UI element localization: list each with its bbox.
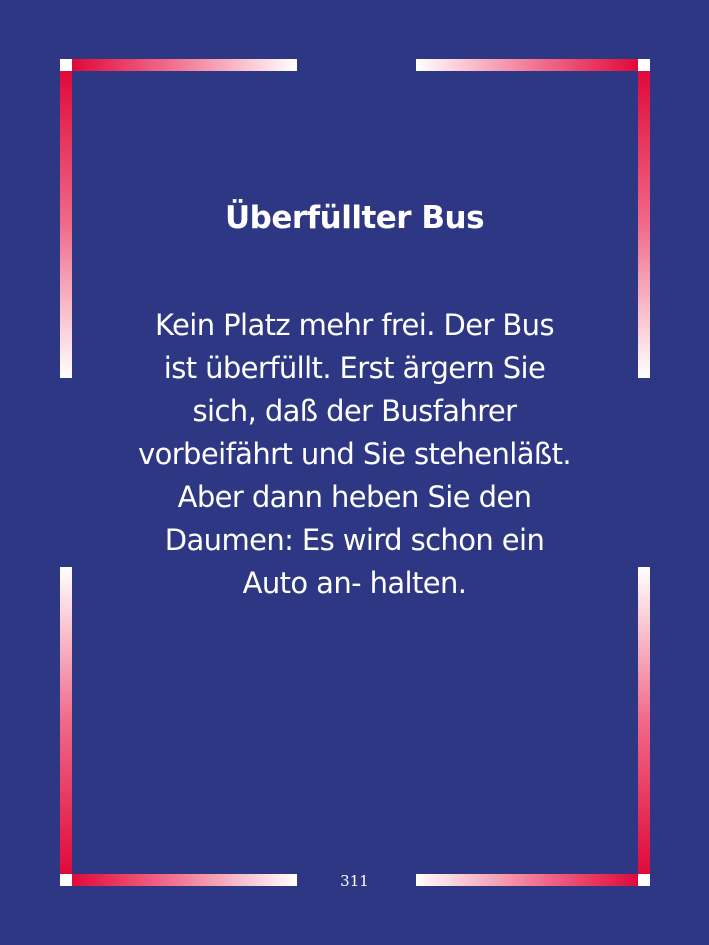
card-body: Kein Platz mehr frei. Der Bus ist überfü… bbox=[100, 304, 609, 605]
body-line: Auto an- halten. bbox=[242, 566, 467, 600]
page-card: Überfüllter Bus Kein Platz mehr frei. De… bbox=[0, 0, 709, 945]
body-line: ist überfüllt. Erst ärgern Sie bbox=[163, 351, 546, 385]
frame-top-left-bar bbox=[60, 59, 297, 71]
body-line: sich, daß der Busfahrer bbox=[192, 394, 518, 428]
body-line: Kein Platz mehr frei. Der Bus bbox=[155, 308, 555, 342]
body-line: vorbeifährt und Sie stehenläßt. bbox=[138, 437, 572, 471]
body-line: Daumen: Es wird schon ein bbox=[164, 523, 545, 557]
frame-top-right-bar bbox=[416, 59, 650, 71]
card-title: Überfüllter Bus bbox=[224, 200, 485, 236]
body-line: Aber dann heben Sie den bbox=[177, 480, 532, 514]
page-number: 311 bbox=[340, 872, 369, 890]
frame-left-lower-bar bbox=[60, 567, 72, 874]
frame-right-lower-bar bbox=[638, 567, 650, 874]
